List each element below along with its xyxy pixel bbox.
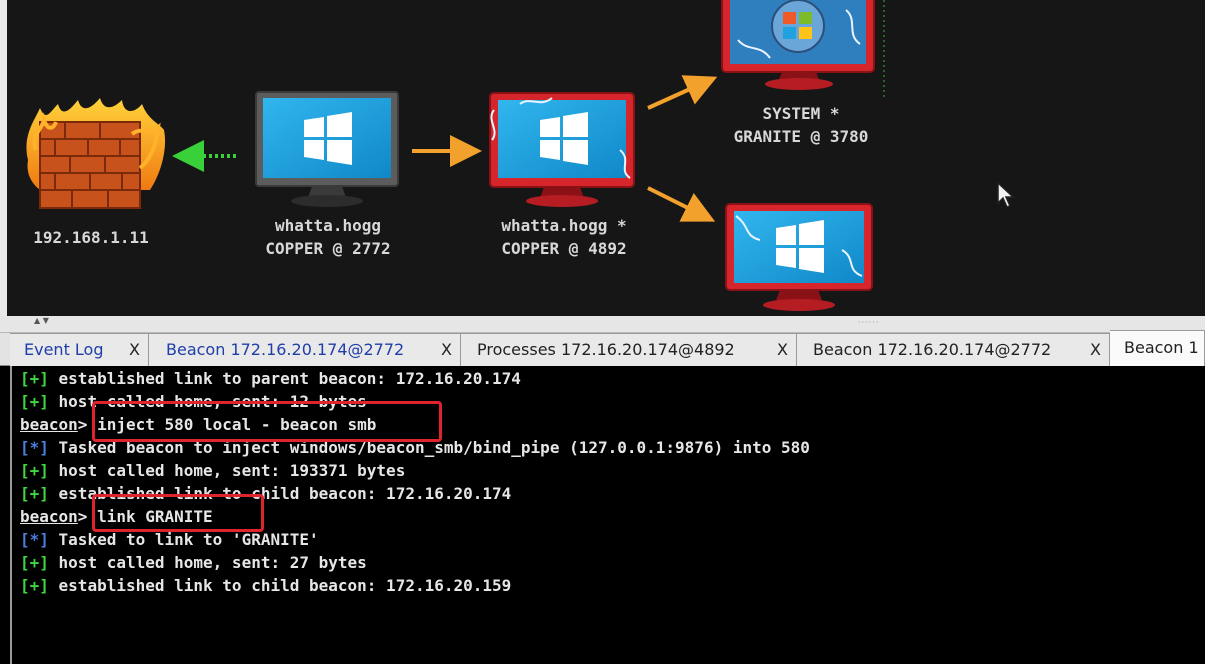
status-tag: [+] (20, 461, 49, 480)
status-tag: [+] (20, 392, 49, 411)
console-line: [+] host called home, sent: 27 bytes (20, 551, 1205, 574)
drag-grip-icon[interactable]: ······ (858, 318, 879, 327)
tab-processes-4892[interactable]: Processes 172.16.20.174@4892 X (461, 333, 797, 366)
status-tag: [*] (20, 438, 49, 457)
console-line: [+] host called home, sent: 193371 bytes (20, 459, 1205, 482)
tab-label: Beacon 1 (1124, 338, 1199, 357)
status-tag: [+] (20, 553, 49, 572)
host-icon-copper-4892 (489, 92, 635, 207)
tab-close-button[interactable]: X (777, 340, 788, 359)
node-label-copper-4892: whatta.hogg * COPPER @ 4892 (483, 214, 645, 260)
link-arrow-4892-bottom (647, 186, 716, 222)
tab-beacon-2772[interactable]: Beacon 172.16.20.174@2772 X (149, 333, 461, 366)
tab-close-button[interactable]: X (1090, 340, 1101, 359)
firewall-label: 192.168.1.11 (26, 226, 156, 249)
node-host-pid: COPPER @ 4892 (501, 239, 627, 258)
node-label-granite-3780: SYSTEM * GRANITE @ 3780 (712, 102, 890, 148)
host-icon-child-bottom (725, 203, 873, 311)
host-icon-copper-2772 (255, 91, 399, 207)
mouse-cursor-icon (997, 181, 1015, 208)
firewall-ip: 192.168.1.11 (33, 228, 149, 247)
link-arrow-4892-granite (647, 75, 718, 110)
node-host-pid: GRANITE @ 3780 (733, 127, 869, 146)
highlight-box-inject (92, 401, 442, 442)
console-text: established link to child beacon: 172.16… (48, 576, 512, 595)
tab-close-button[interactable]: X (129, 340, 140, 359)
status-tag: [*] (20, 530, 49, 549)
status-tag: [+] (20, 484, 49, 503)
tab-label: Beacon 172.16.20.174@2772 (813, 340, 1052, 359)
tab-label: Event Log (24, 340, 104, 359)
split-pane-divider[interactable]: ▲ ▼ ······ (0, 316, 1205, 333)
status-tag: [+] (20, 576, 49, 595)
collapse-arrows-icon[interactable]: ▲ ▼ (34, 316, 49, 325)
console-text: established link to parent beacon: 172.1… (48, 369, 521, 388)
node-host-pid: COPPER @ 2772 (265, 239, 391, 258)
tab-label: Beacon 172.16.20.174@2772 (166, 340, 405, 359)
console-text: host called home, sent: 193371 bytes (48, 461, 406, 480)
tab-beacon-active[interactable]: Beacon 1 (1110, 330, 1205, 366)
console-prompt: beacon (20, 507, 78, 526)
tab-close-button[interactable]: X (441, 340, 452, 359)
status-tag: [+] (20, 369, 49, 388)
highlight-box-link (92, 494, 264, 532)
node-user: SYSTEM * (762, 104, 840, 123)
graph-canvas (26, 0, 885, 311)
firewall-icon (26, 98, 166, 209)
tab-event-log[interactable]: Event Log X (10, 333, 149, 366)
node-label-copper-2772: whatta.hogg COPPER @ 2772 (247, 214, 409, 260)
node-user: whatta.hogg * (501, 216, 627, 235)
console-prompt: beacon (20, 415, 78, 434)
console-line: [+] established link to child beacon: 17… (20, 574, 1205, 597)
console-text: host called home, sent: 27 bytes (48, 553, 367, 572)
host-icon-granite-3780 (721, 0, 875, 90)
tab-bar: Event Log X Beacon 172.16.20.174@2772 X … (0, 330, 1205, 366)
pivot-graph[interactable]: 192.168.1.11 whatta.hogg COPPER @ 2772 w… (0, 0, 1205, 316)
console-text: Tasked to link to 'GRANITE' (48, 530, 319, 549)
console-line: [+] established link to parent beacon: 1… (20, 367, 1205, 390)
node-user: whatta.hogg (275, 216, 381, 235)
tab-beacon-2772-b[interactable]: Beacon 172.16.20.174@2772 X (797, 333, 1110, 366)
tab-label: Processes 172.16.20.174@4892 (477, 340, 735, 359)
